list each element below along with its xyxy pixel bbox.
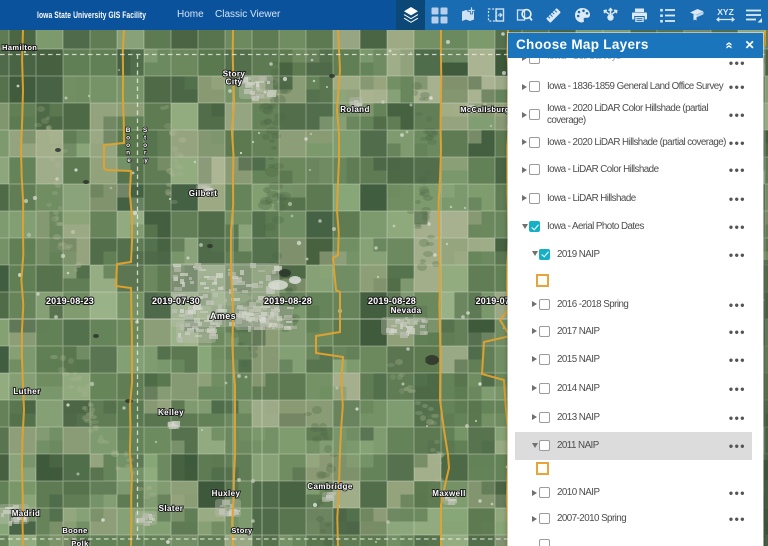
svg-text:2019-08-28: 2019-08-28 bbox=[368, 296, 416, 306]
svg-text:Cambridge: Cambridge bbox=[307, 482, 353, 491]
svg-text:Luther: Luther bbox=[13, 387, 40, 396]
svg-text:Boone: Boone bbox=[62, 526, 87, 535]
svg-text:2019-08-23: 2019-08-23 bbox=[46, 296, 94, 306]
svg-text:Kelley: Kelley bbox=[158, 408, 184, 417]
svg-text:Huxley: Huxley bbox=[212, 489, 241, 498]
svg-text:Ames: Ames bbox=[210, 311, 236, 321]
svg-text:Story: Story bbox=[231, 526, 253, 535]
svg-text:Roland: Roland bbox=[340, 105, 370, 114]
svg-text:City: City bbox=[226, 78, 243, 87]
svg-text:Polk: Polk bbox=[71, 539, 89, 546]
svg-text:Slater: Slater bbox=[159, 504, 184, 513]
svg-text:2019-07-30: 2019-07-30 bbox=[152, 296, 200, 306]
svg-text:Maxwell: Maxwell bbox=[432, 489, 465, 498]
svg-text:Gilbert: Gilbert bbox=[189, 189, 218, 198]
svg-text:XYZ: XYZ bbox=[717, 7, 734, 17]
svg-text:Hamilton: Hamilton bbox=[2, 43, 37, 52]
svg-text:Nevada: Nevada bbox=[391, 306, 422, 315]
svg-text:Madrid: Madrid bbox=[12, 509, 41, 518]
svg-text:McCallsburg: McCallsburg bbox=[460, 105, 509, 114]
svg-text:2019-08-28: 2019-08-28 bbox=[264, 296, 312, 306]
